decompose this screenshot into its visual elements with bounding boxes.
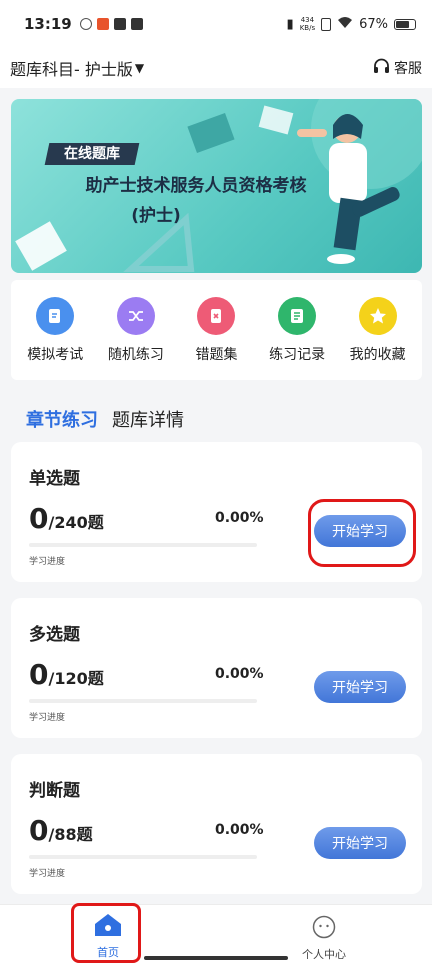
network-speed-unit: KB/s [299, 24, 316, 32]
banner-subtitle: (护士) [131, 206, 181, 226]
highlight-box [71, 903, 141, 963]
top-header: 题库科目- 护士版 ▼ 客服 [0, 48, 432, 88]
network-speed-value: 434 [300, 16, 315, 24]
status-right: ▮ 434 KB/s 67% [287, 16, 416, 33]
wifi-icon [337, 16, 353, 33]
card-title: 多选题 [29, 625, 80, 645]
done-count: 0 [29, 658, 49, 691]
quick-item-mock-exam[interactable]: 模拟考试 [17, 296, 93, 364]
home-indicator [144, 956, 288, 960]
quick-label: 练习记录 [269, 346, 326, 363]
card-title: 单选题 [29, 469, 80, 489]
nav-profile-label: 个人中心 [302, 948, 346, 961]
subject-label: 题库科目- 护士版 [10, 60, 133, 79]
quick-menu: 模拟考试 随机练习 错题集 练习记录 我的收藏 [11, 280, 422, 380]
battery-percent: 67% [359, 16, 388, 32]
quick-item-favorites[interactable]: 我的收藏 [340, 296, 416, 364]
wrong-book-icon [197, 296, 236, 335]
start-study-button[interactable]: 开始学习 [314, 827, 406, 859]
section-tabs: 章节练习 题库详情 [26, 406, 184, 432]
question-card-judgment: 判断题 0/88题 0.00% 学习进度 开始学习 [11, 754, 422, 894]
customer-service-button[interactable]: 客服 [373, 58, 422, 79]
highlight-box [308, 499, 416, 567]
banner-title: 助产士技术服务人员资格考核 [85, 176, 307, 196]
progress-label: 学习进度 [29, 713, 66, 723]
card-count: 0/88题 [29, 814, 93, 847]
quick-label: 模拟考试 [27, 346, 84, 363]
progress-label: 学习进度 [29, 869, 66, 879]
card-percent: 0.00% [215, 666, 264, 682]
quick-item-practice-record[interactable]: 练习记录 [259, 296, 335, 364]
card-count: 0/120题 [29, 658, 104, 691]
profile-icon [312, 915, 336, 943]
banner-tag-text: 在线题库 [64, 146, 120, 162]
progress-label: 学习进度 [29, 557, 66, 567]
tab-chapter-practice[interactable]: 章节练习 [26, 406, 98, 432]
quick-label: 随机练习 [107, 346, 164, 363]
network-speed: 434 KB/s [300, 16, 315, 32]
done-count: 0 [29, 814, 49, 847]
service-label: 客服 [394, 61, 422, 77]
total-count: /120题 [48, 669, 104, 688]
progress-bar [29, 543, 257, 547]
start-study-button[interactable]: 开始学习 [314, 671, 406, 703]
card-percent: 0.00% [215, 510, 264, 526]
subject-selector[interactable]: 题库科目- 护士版 ▼ [10, 56, 144, 80]
sim-icon [321, 17, 332, 31]
exam-icon [36, 296, 75, 335]
total-count: /88题 [48, 825, 93, 844]
promo-banner[interactable]: 在线题库 助产士技术服务人员资格考核 (护士) [11, 99, 422, 273]
card-percent: 0.00% [215, 822, 264, 838]
banner-tag: 在线题库 [44, 143, 140, 165]
bottom-nav: 首页 个人中心 [0, 904, 432, 964]
progress-bar [29, 855, 257, 859]
record-icon [278, 296, 317, 335]
card-count: 0/240题 [29, 502, 104, 535]
quick-label: 我的收藏 [349, 346, 406, 363]
card-title: 判断题 [29, 781, 80, 801]
question-card-single: 单选题 0/240题 0.00% 学习进度 开始学习 [11, 442, 422, 582]
caret-down-icon: ▼ [134, 61, 145, 75]
battery-icon [394, 18, 416, 30]
message-notify-icon [130, 18, 143, 30]
vibrate-icon: ▮ [286, 16, 294, 32]
headset-icon [373, 58, 390, 79]
status-time: 13:19 [24, 15, 72, 33]
quick-item-random-practice[interactable]: 随机练习 [98, 296, 174, 364]
play-notify-icon [113, 18, 126, 30]
app-notify-icon [96, 18, 109, 30]
shuffle-icon [116, 296, 155, 335]
progress-bar [29, 699, 257, 703]
app-notify-icon [79, 18, 92, 30]
tab-bank-details[interactable]: 题库详情 [112, 406, 184, 432]
status-bar: 13:19 ▮ 434 KB/s 67% [0, 0, 432, 48]
question-card-multiple: 多选题 0/120题 0.00% 学习进度 开始学习 [11, 598, 422, 738]
total-count: /240题 [48, 513, 104, 532]
star-icon [358, 296, 397, 335]
quick-label: 错题集 [195, 346, 238, 363]
quick-item-wrong-questions[interactable]: 错题集 [178, 296, 254, 364]
done-count: 0 [29, 502, 49, 535]
notification-icons [79, 18, 143, 30]
nav-profile[interactable]: 个人中心 [294, 915, 354, 962]
